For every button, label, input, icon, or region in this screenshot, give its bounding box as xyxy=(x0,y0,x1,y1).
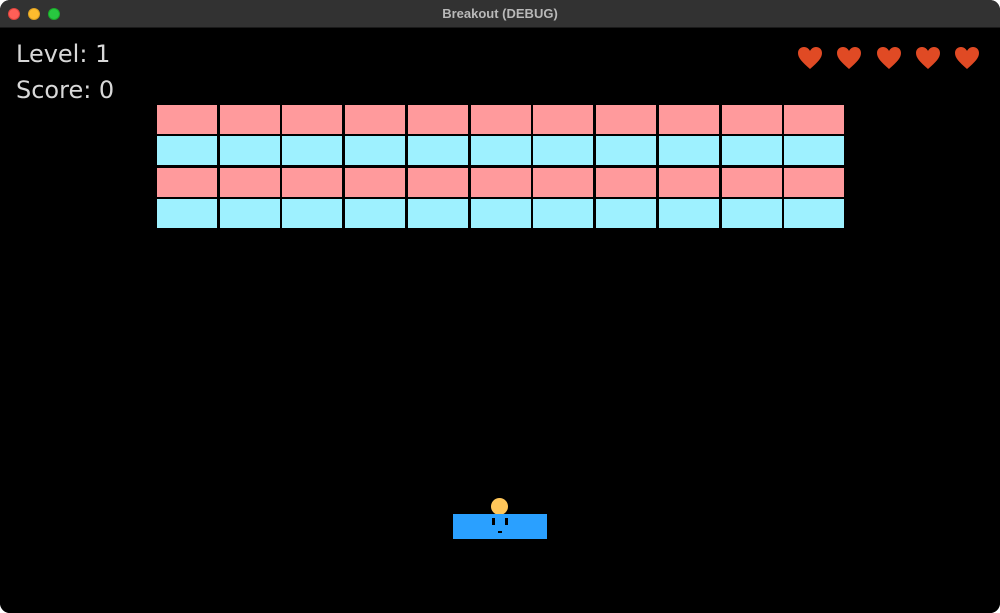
paddle[interactable] xyxy=(453,514,547,539)
brick xyxy=(471,105,531,134)
heart-icon xyxy=(836,46,862,70)
brick xyxy=(784,168,844,197)
game-canvas[interactable]: Level: 1 Score: 0 xyxy=(0,28,1000,613)
brick xyxy=(659,199,719,228)
brick xyxy=(533,199,593,228)
brick xyxy=(533,136,593,165)
brick xyxy=(157,136,217,165)
heart-icon xyxy=(797,46,823,70)
heart-icon xyxy=(915,46,941,70)
brick xyxy=(596,199,656,228)
brick xyxy=(471,199,531,228)
brick xyxy=(345,168,405,197)
heart-icon xyxy=(954,46,980,70)
brick xyxy=(408,105,468,134)
brick xyxy=(345,136,405,165)
brick xyxy=(282,199,342,228)
brick xyxy=(722,105,782,134)
title-bar: Breakout (DEBUG) xyxy=(0,0,1000,28)
game-window: Breakout (DEBUG) Level: 1 Score: 0 xyxy=(0,0,1000,613)
brick xyxy=(596,105,656,134)
brick xyxy=(282,105,342,134)
brick-wall xyxy=(157,105,845,231)
brick xyxy=(533,168,593,197)
paddle-right-eye xyxy=(505,518,508,525)
brick xyxy=(345,105,405,134)
ball xyxy=(491,498,508,515)
brick xyxy=(408,199,468,228)
brick xyxy=(345,199,405,228)
brick xyxy=(282,136,342,165)
heart-icon xyxy=(876,46,902,70)
brick xyxy=(784,105,844,134)
brick xyxy=(471,168,531,197)
brick xyxy=(596,136,656,165)
brick xyxy=(659,136,719,165)
brick xyxy=(722,199,782,228)
paddle-left-eye xyxy=(492,518,495,525)
brick xyxy=(596,168,656,197)
brick xyxy=(282,168,342,197)
score-label: Score: 0 xyxy=(16,76,115,104)
brick xyxy=(157,105,217,134)
brick xyxy=(220,199,280,228)
brick xyxy=(722,136,782,165)
brick xyxy=(722,168,782,197)
lives-indicator xyxy=(797,46,982,72)
brick xyxy=(408,136,468,165)
brick xyxy=(408,168,468,197)
brick xyxy=(784,136,844,165)
brick xyxy=(157,199,217,228)
brick xyxy=(220,136,280,165)
window-title: Breakout (DEBUG) xyxy=(442,6,558,21)
brick xyxy=(533,105,593,134)
level-label: Level: 1 xyxy=(16,40,111,68)
paddle-mouth xyxy=(498,531,502,533)
brick xyxy=(659,105,719,134)
brick xyxy=(220,168,280,197)
brick xyxy=(157,168,217,197)
brick xyxy=(659,168,719,197)
brick xyxy=(220,105,280,134)
brick xyxy=(471,136,531,165)
brick xyxy=(784,199,844,228)
